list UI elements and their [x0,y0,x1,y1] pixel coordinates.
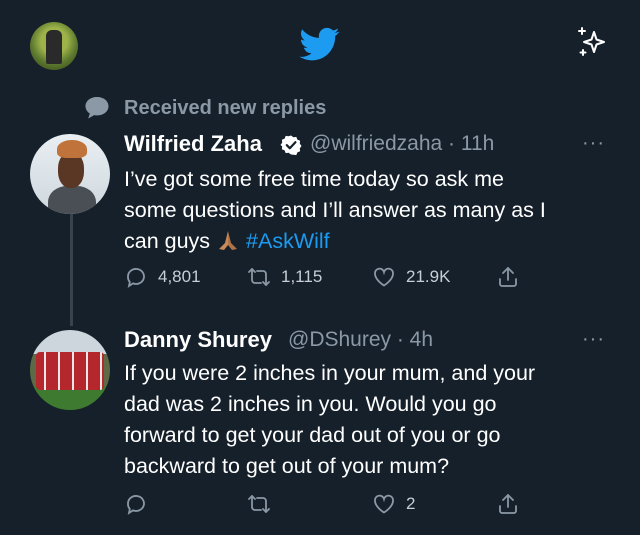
share-icon [499,267,517,287]
heart-icon [374,494,394,514]
tweet-text-line: can guys #AskWilf [124,226,330,257]
received-replies-notice[interactable]: Received new replies [124,97,326,120]
profile-avatar[interactable] [30,22,78,70]
author-handle-time[interactable]: @DShurey · 4h [288,328,433,352]
retweet-button[interactable] [247,492,271,516]
tweet-text-line: forward to get your dad out of you or go [124,423,501,447]
sparkle-icon[interactable] [574,24,610,60]
folded-hands-emoji-icon [219,231,238,250]
like-button[interactable]: 2 [372,492,415,516]
tweet-text-line: If you were 2 inches in your mum, and yo… [124,361,536,385]
tweet-text-line: dad was 2 inches in you. Would you go [124,392,497,416]
tweet-text-line: I’ve got some free time today so ask me [124,167,504,191]
top-bar [0,0,640,90]
author-handle-time[interactable]: @wilfriedzaha · 11h [310,132,494,156]
share-button[interactable] [496,265,520,289]
tweet-text-segment: can guys [124,229,211,253]
speech-bubble-icon [85,97,109,119]
verified-badge-icon [280,135,302,156]
retweet-count: 1,115 [281,267,323,286]
share-button[interactable] [496,492,520,516]
tweet-text-line: some questions and I’ll answer as many a… [124,198,546,222]
tweet-text-line: backward to get out of your mum? [124,454,450,478]
reply-icon [127,268,145,288]
retweet-icon [248,268,270,286]
avatar-danny-shurey[interactable] [30,330,110,410]
author-name[interactable]: Wilfried Zaha [124,131,262,157]
reply-icon [127,495,145,515]
hashtag-link[interactable]: #AskWilf [246,229,330,253]
like-count: 2 [406,494,416,513]
reply-button[interactable] [124,492,148,516]
avatar-wilfried-zaha[interactable] [30,134,110,214]
heart-icon [374,267,394,287]
thread-connector [70,212,73,326]
more-options-icon[interactable]: ··· [582,132,605,155]
twitter-bird-icon[interactable] [298,24,342,64]
author-name[interactable]: Danny Shurey [124,327,272,353]
reply-button[interactable]: 4,801 [124,265,201,289]
retweet-icon [248,495,270,513]
like-count: 21.9K [406,267,451,286]
reply-count: 4,801 [158,267,201,286]
retweet-button[interactable]: 1,115 [247,265,322,289]
share-icon [499,494,517,514]
more-options-icon[interactable]: ··· [582,328,605,351]
like-button[interactable]: 21.9K [372,265,450,289]
